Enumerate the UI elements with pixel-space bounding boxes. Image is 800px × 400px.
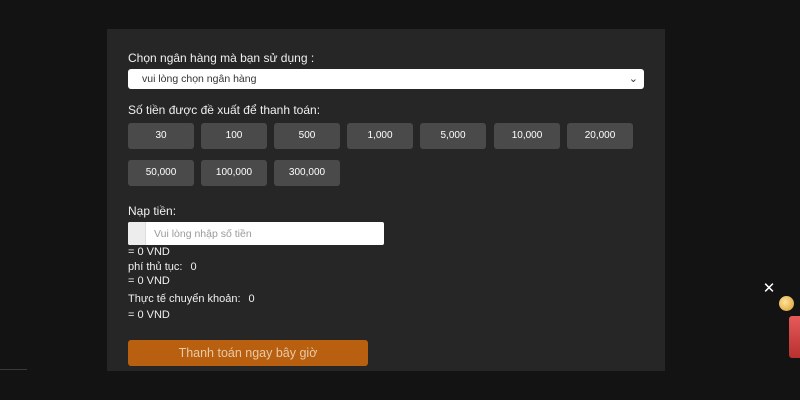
actual-transfer-label: Thực tế chuyển khoản: bbox=[128, 293, 241, 305]
suggested-amount-label: Số tiền được đề xuất để thanh toán: bbox=[128, 103, 321, 117]
deposit-label: Nạp tiền: bbox=[128, 204, 177, 218]
fee-label: phí thủ tục: bbox=[128, 261, 183, 273]
coin-icon bbox=[779, 296, 794, 311]
amount-button-100000[interactable]: 100,000 bbox=[201, 160, 267, 186]
actual-transfer-row: Thực tế chuyển khoản: 0 bbox=[128, 293, 255, 305]
amount-button-1000[interactable]: 1,000 bbox=[347, 123, 413, 149]
deposit-amount-input[interactable] bbox=[146, 222, 382, 245]
amount-button-500[interactable]: 500 bbox=[274, 123, 340, 149]
deposit-input-group bbox=[128, 222, 384, 245]
fee-value: 0 bbox=[190, 261, 197, 273]
close-icon[interactable]: ✕ bbox=[762, 281, 776, 297]
currency-addon bbox=[128, 222, 146, 245]
fee-row: phí thủ tục: 0 bbox=[128, 261, 197, 273]
actual-transfer-converted: = 0 VND bbox=[128, 309, 170, 321]
bank-select-label: Chọn ngân hàng mà bạn sử dụng : bbox=[128, 51, 315, 65]
pay-now-button[interactable]: Thanh toán ngay bây giờ bbox=[128, 340, 368, 366]
bank-select-value: vui lòng chọn ngân hàng bbox=[142, 73, 257, 85]
deposit-converted: = 0 VND bbox=[128, 246, 170, 258]
amount-button-50000[interactable]: 50,000 bbox=[128, 160, 194, 186]
payment-panel: Chọn ngân hàng mà bạn sử dụng : vui lòng… bbox=[107, 29, 665, 371]
amount-button-10000[interactable]: 10,000 bbox=[494, 123, 560, 149]
actual-transfer-value: 0 bbox=[248, 293, 255, 305]
divider-line bbox=[0, 369, 27, 370]
amount-button-5000[interactable]: 5,000 bbox=[420, 123, 486, 149]
fee-converted: = 0 VND bbox=[128, 275, 170, 287]
bank-select[interactable]: vui lòng chọn ngân hàng ⌄ bbox=[128, 69, 644, 89]
promo-gift-icon[interactable] bbox=[789, 316, 800, 358]
amount-button-300000[interactable]: 300,000 bbox=[274, 160, 340, 186]
chevron-down-icon: ⌄ bbox=[628, 73, 638, 85]
amount-button-20000[interactable]: 20,000 bbox=[567, 123, 633, 149]
amount-button-100[interactable]: 100 bbox=[201, 123, 267, 149]
amount-button-30[interactable]: 30 bbox=[128, 123, 194, 149]
